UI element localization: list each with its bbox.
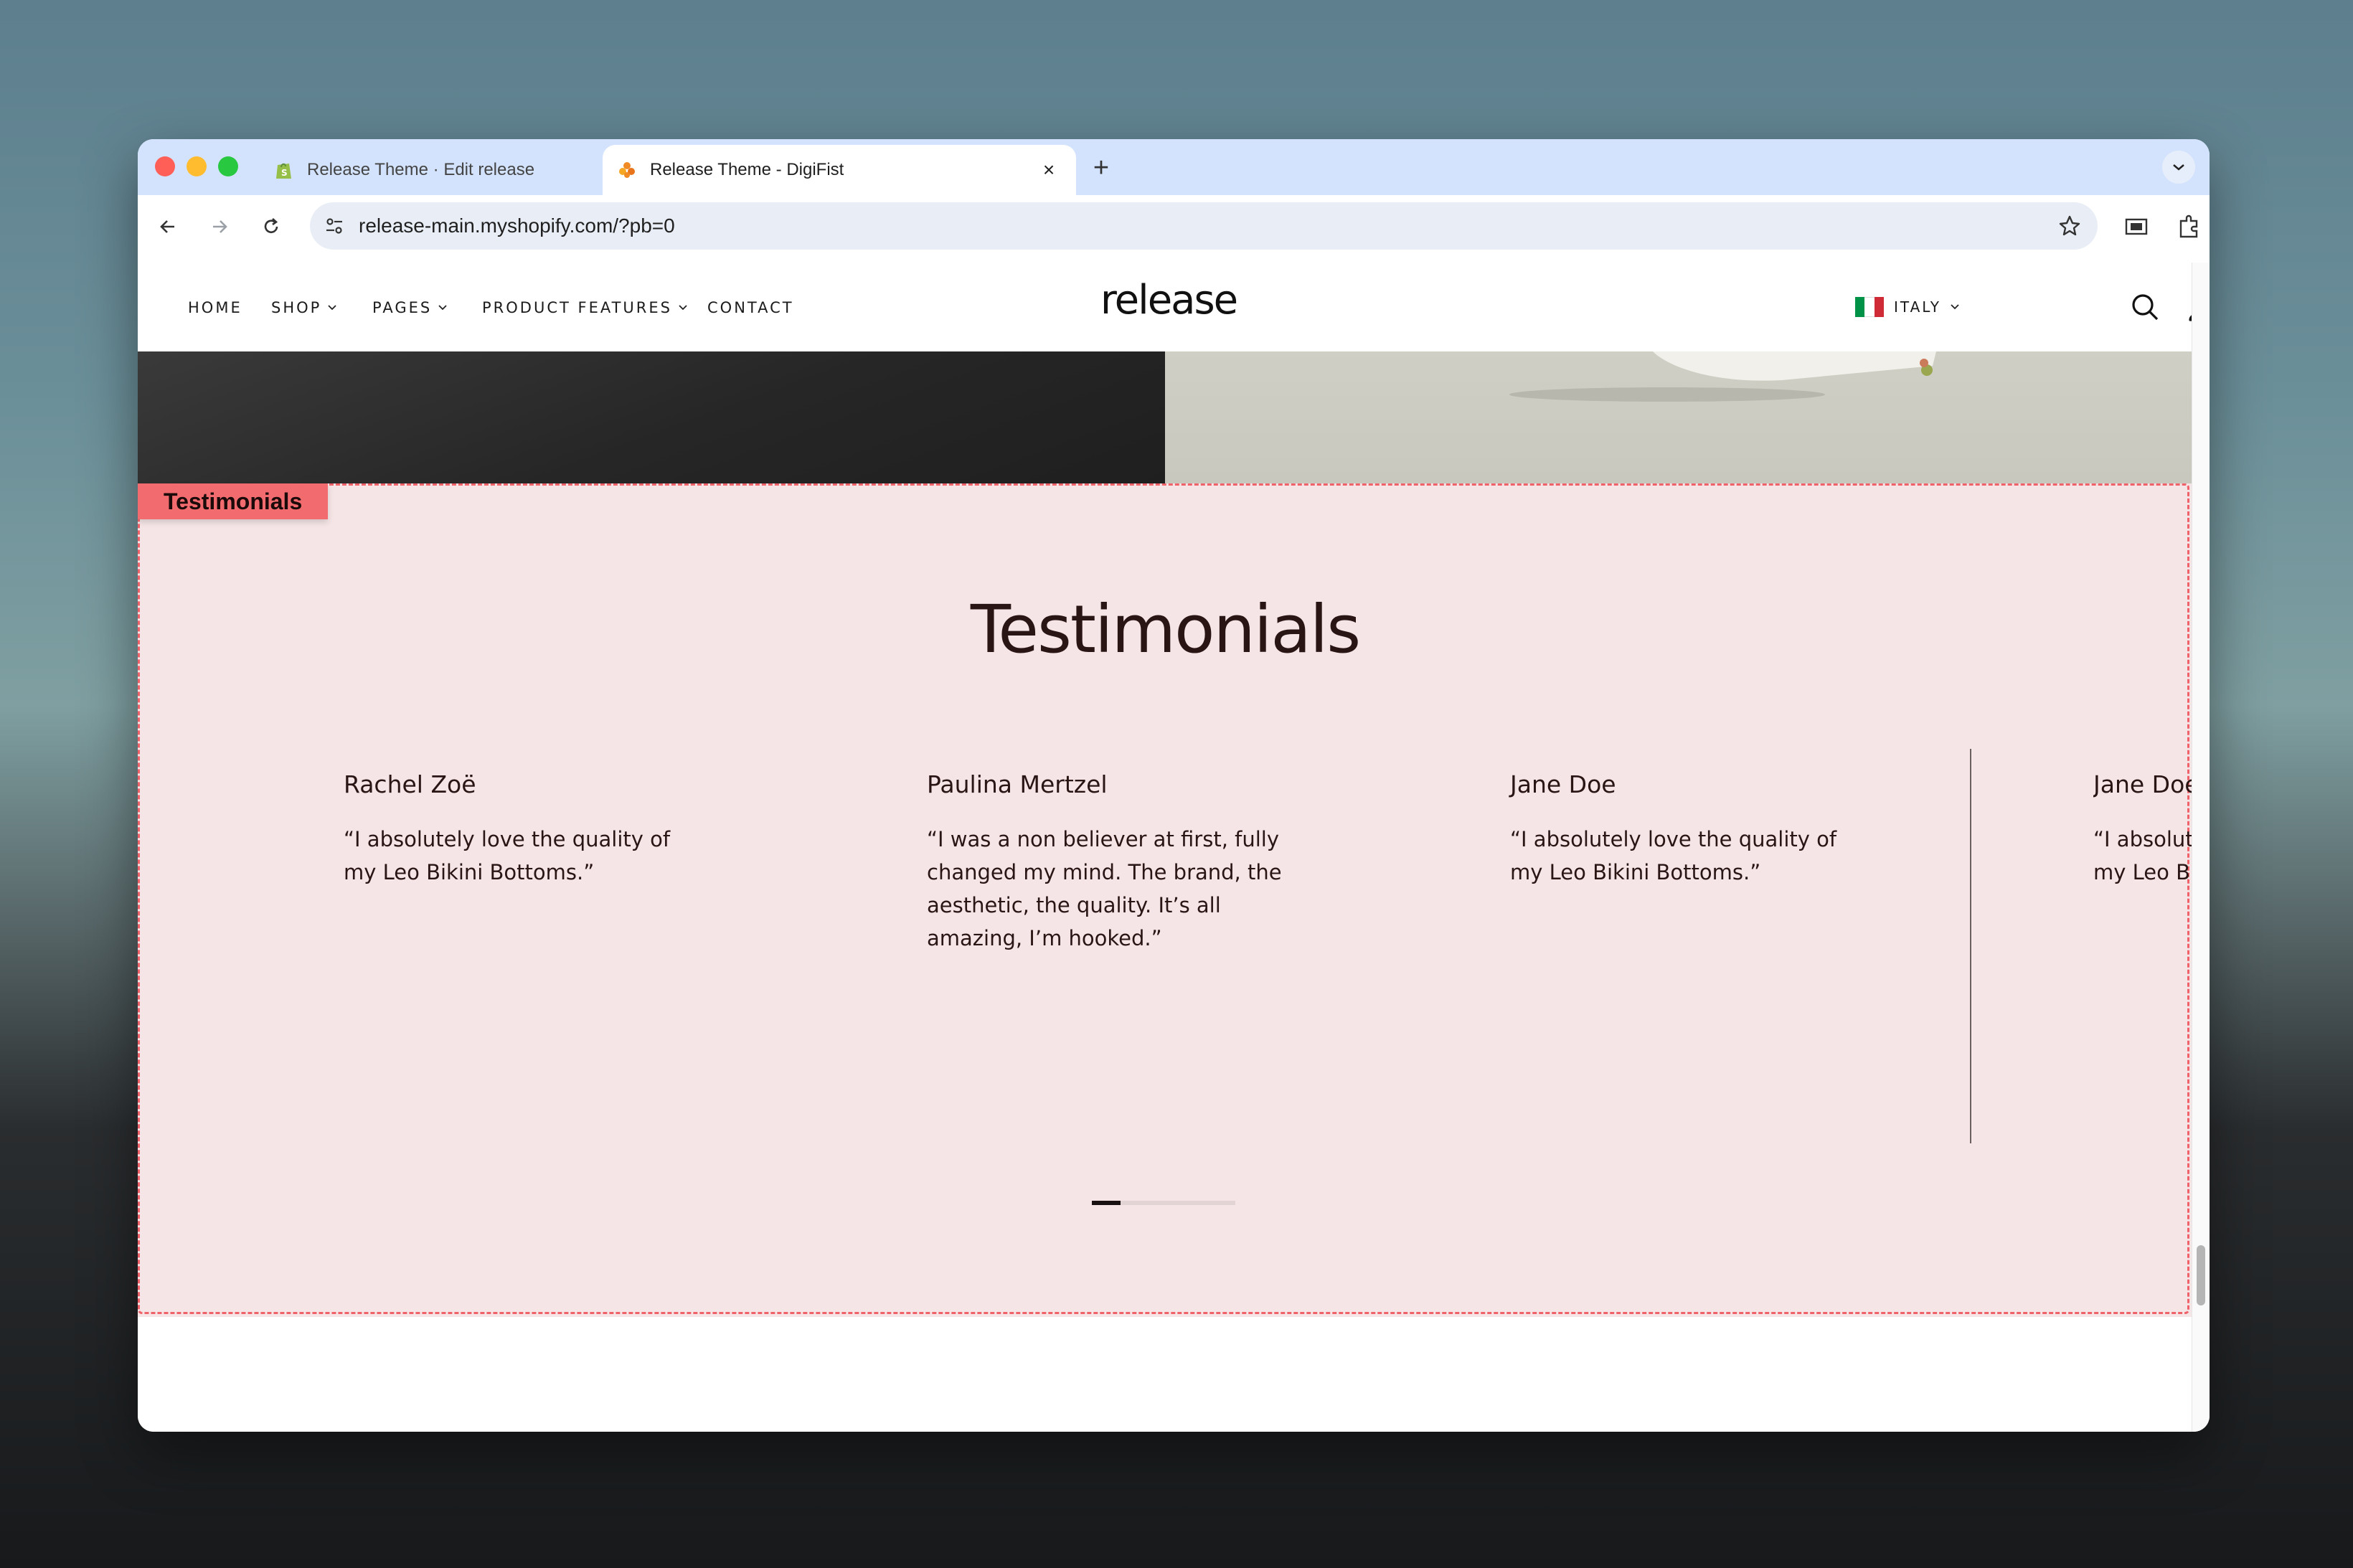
nav-label: PRODUCT FEATURES [482,299,672,316]
tab-bar: S Release Theme · Edit release × Release… [138,139,2210,195]
browser-window: S Release Theme · Edit release × Release… [138,139,2210,1432]
back-button[interactable] [148,207,188,247]
tab-search-button[interactable] [2162,151,2195,184]
nav-shop[interactable]: SHOP [271,297,337,318]
testimonial-author: Jane Doe [2093,770,2192,798]
nav-label: CONTACT [707,299,794,316]
nav-contact[interactable]: CONTACT [707,297,794,318]
carousel-divider [1970,749,1971,1143]
forward-button[interactable] [199,207,240,247]
page-viewport: HOME SHOP PAGES PRODUCT FEATURES CONTACT… [138,263,2210,1432]
tab-release-theme[interactable]: Release Theme - DigiFist × [603,145,1076,195]
url-text: release-main.myshopify.com/?pb=0 [359,214,675,237]
hero-photo-graphic [1509,351,1936,402]
testimonial-quote: “I absolutely love the quality of my Leo… [1510,827,1837,884]
nav-home[interactable]: HOME [188,297,242,318]
testimonial-card: Paulina Mertzel “I was a non believer at… [927,770,1300,955]
address-bar[interactable]: release-main.myshopify.com/?pb=0 [310,202,2098,250]
tab-title: Release Theme - DigiFist [650,160,844,179]
testimonial-author: Paulina Mertzel [927,770,1108,798]
page-scrollbar[interactable] [2192,263,2210,1432]
bookmark-star-icon[interactable] [2057,214,2082,238]
chevron-down-icon [678,303,688,313]
carousel-progress-fill [1092,1201,1121,1205]
browser-toolbar: release-main.myshopify.com/?pb=0 [138,195,2210,258]
section-label-tag: Testimonials [138,483,329,519]
nav-label: HOME [188,299,242,316]
close-window-button[interactable] [155,156,175,176]
extensions-icon[interactable] [2177,214,2202,243]
hero-image-right [1165,351,2192,483]
arrow-right-icon [213,220,227,233]
shopify-icon: S [274,160,294,180]
nav-product-features[interactable]: PRODUCT FEATURES [482,297,688,318]
chevron-down-icon [2173,164,2184,171]
testimonials-section[interactable]: Testimonials Testimonials Rachel Zoë “I … [138,483,2192,1317]
hero-image-left [138,351,1165,483]
reload-button[interactable] [251,207,291,247]
chevron-down-icon [327,303,337,313]
testimonial-card: Rachel Zoë “I absolutely love the qualit… [344,770,717,889]
testimonial-card-clipped: Jane Doe “I absolutely love the quality … [2093,770,2192,986]
minimize-window-button[interactable] [187,156,207,176]
testimonial-author: Jane Doe [1510,770,1616,798]
store-logo[interactable]: release [1090,277,1248,323]
country-selector[interactable]: ITALY [1855,294,1960,320]
testimonial-card: Jane Doe “I absolutely love the quality … [2093,770,2192,889]
store-header: HOME SHOP PAGES PRODUCT FEATURES CONTACT… [138,263,2210,351]
chevron-down-icon [1950,302,1960,312]
site-info-icon[interactable] [323,214,346,237]
reload-icon [264,218,278,233]
carousel-progress-track[interactable] [1092,1201,1235,1205]
search-icon[interactable] [2129,291,2161,326]
section-title: Testimonials [970,591,1361,668]
italy-flag-icon [1855,297,1884,317]
new-tab-button[interactable]: + [1083,152,1119,184]
testimonial-card: Jane Doe “I absolutely love the quality … [1510,770,1883,889]
nav-pages[interactable]: PAGES [372,297,448,318]
scrollbar-thumb[interactable] [2197,1245,2205,1305]
testimonial-quote: “I absolutely love the quality of my Leo… [2093,827,2192,884]
svg-text:S: S [281,168,288,178]
nav-label: PAGES [372,299,433,316]
close-tab-icon[interactable]: × [1036,157,1062,183]
testimonial-quote: “I was a non believer at first, fully ch… [927,827,1282,950]
testimonial-quote: “I absolutely love the quality of my Leo… [344,827,671,884]
country-label: ITALY [1894,298,1941,316]
arrow-left-icon [160,220,174,233]
testimonial-author: Rachel Zoë [344,770,476,798]
screen-capture-icon[interactable] [2123,215,2149,242]
digifist-icon [617,160,637,180]
nav-label: SHOP [271,299,322,316]
chevron-down-icon [438,303,448,313]
maximize-window-button[interactable] [218,156,238,176]
